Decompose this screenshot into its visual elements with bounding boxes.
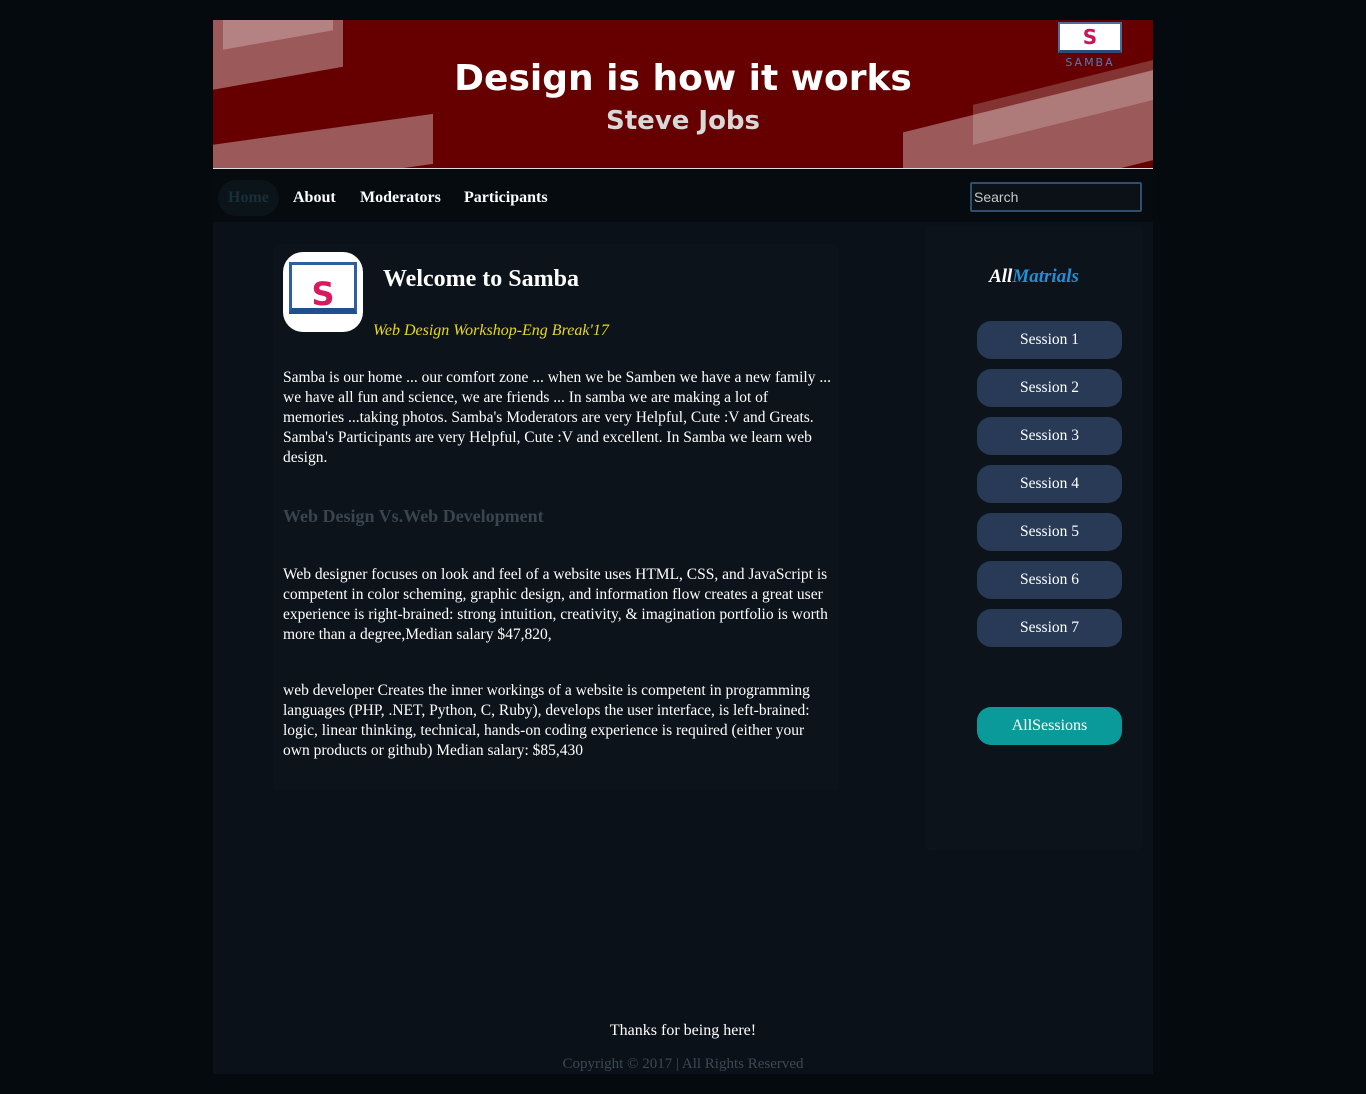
materials-sidebar: AllMatrials Session 1 Session 2 Session … xyxy=(925,226,1143,850)
content-area: S Welcome to Samba Web Design Workshop-E… xyxy=(213,222,1153,1074)
section-heading: Web Design Vs.Web Development xyxy=(283,506,544,526)
nav-about[interactable]: About xyxy=(293,180,336,216)
session-2-button[interactable]: Session 2 xyxy=(977,369,1122,407)
intro-paragraph: Samba is our home ... our comfort zone .… xyxy=(283,369,831,466)
sidebar-title: AllMatrials xyxy=(925,266,1143,288)
top-nav: Home About Moderators Participants xyxy=(213,172,1153,222)
all-sessions-button[interactable]: AllSessions xyxy=(977,707,1122,745)
footer-thanks: Thanks for being here! xyxy=(609,1022,757,1039)
page-title: Welcome to Samba xyxy=(383,266,579,292)
session-5-button[interactable]: Session 5 xyxy=(977,513,1122,551)
banner-subtitle: Steve Jobs xyxy=(605,106,761,136)
samba-logo-letter: S xyxy=(1082,25,1098,49)
session-4-button[interactable]: Session 4 xyxy=(977,465,1122,503)
web-designer-paragraph: Web designer focuses on look and feel of… xyxy=(283,566,828,643)
samba-logo-text: SAMBA xyxy=(1065,56,1115,69)
banner-title: Design is how it works xyxy=(454,58,912,99)
nav-home[interactable]: Home xyxy=(218,180,279,216)
page-tagline: Web Design Workshop-Eng Break'17 xyxy=(373,322,609,339)
nav-participants[interactable]: Participants xyxy=(464,180,548,216)
samba-logo: S SAMBA xyxy=(1056,20,1124,70)
session-7-button[interactable]: Session 7 xyxy=(977,609,1122,647)
sidebar-title-all: All xyxy=(989,266,1013,287)
session-3-button[interactable]: Session 3 xyxy=(977,417,1122,455)
sidebar-title-materials: Matrials xyxy=(1012,266,1079,287)
web-developer-paragraph: web developer Creates the inner workings… xyxy=(283,682,810,759)
samba-avatar-letter: S xyxy=(311,275,335,313)
main-card: S Welcome to Samba Web Design Workshop-E… xyxy=(273,244,839,790)
nav-moderators[interactable]: Moderators xyxy=(360,180,441,216)
footer-copyright: Copyright © 2017 | All Rights Reserved xyxy=(562,1056,804,1072)
samba-avatar-frame: S xyxy=(289,262,357,314)
samba-logo-box: S xyxy=(1058,22,1122,53)
search-input[interactable] xyxy=(970,182,1142,212)
session-1-button[interactable]: Session 1 xyxy=(977,321,1122,359)
session-6-button[interactable]: Session 6 xyxy=(977,561,1122,599)
samba-avatar: S xyxy=(283,252,363,332)
header-banner: Design is how it works Steve Jobs S SAMB… xyxy=(213,20,1153,169)
